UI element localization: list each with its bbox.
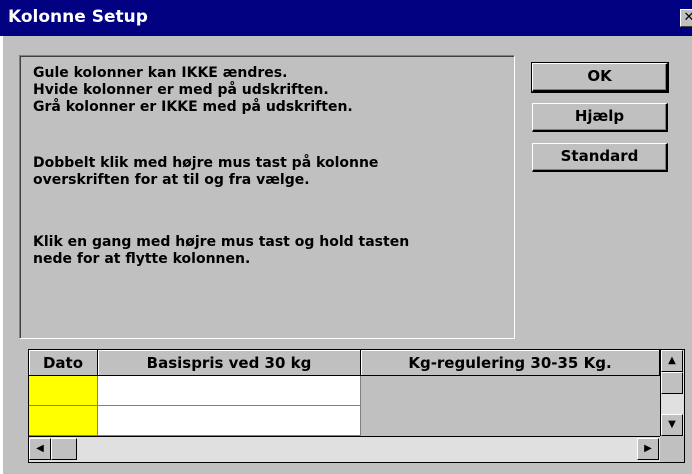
ok-button[interactable]: OK [531,62,669,93]
info-paragraph-colors: Gule kolonner kan IKKE ændres. Hvide kol… [33,65,353,115]
window-title: Kolonne Setup [8,7,148,27]
title-bar: Kolonne Setup ✕ [0,0,692,36]
grid-cell[interactable] [29,376,98,406]
standard-button[interactable]: Standard [532,143,668,172]
grid-cell[interactable] [361,406,660,436]
info-paragraph-move: Klik en gang med højre mus tast og hold … [33,234,410,267]
column-grid: Dato Basispris ved 30 kg Kg-regulering 3… [28,349,685,463]
info-paragraph-toggle: Dobbelt klik med højre mus tast på kolon… [33,155,379,188]
grid-cell[interactable] [98,406,361,436]
grid-cell[interactable] [361,376,660,406]
arrow-right-icon: ▶ [644,443,652,454]
horizontal-scroll-thumb[interactable] [51,438,77,460]
scroll-up-button[interactable]: ▲ [661,350,683,372]
grid-cell[interactable] [98,376,361,406]
instructions-panel: Gule kolonner kan IKKE ændres. Hvide kol… [19,55,515,339]
column-header-kg-regulering[interactable]: Kg-regulering 30-35 Kg. [361,350,660,376]
grid-cell[interactable] [29,406,98,436]
column-header-basispris[interactable]: Basispris ved 30 kg [98,350,361,376]
arrow-up-icon: ▲ [668,355,676,366]
window-edge [0,36,3,474]
arrow-down-icon: ▼ [668,419,676,430]
scroll-right-button[interactable]: ▶ [637,438,659,460]
dialog-window: Kolonne Setup ✕ Gule kolonner kan IKKE æ… [0,0,692,474]
scroll-down-button[interactable]: ▼ [661,414,683,436]
horizontal-scrollbar[interactable]: ◀ ▶ [29,436,660,462]
column-header-dato[interactable]: Dato [29,350,98,376]
scroll-thumb[interactable] [661,372,683,394]
arrow-left-icon: ◀ [36,443,44,454]
scroll-left-button[interactable]: ◀ [29,438,51,460]
close-icon: ✕ [683,10,692,25]
help-button[interactable]: Hjælp [532,103,668,132]
vertical-scrollbar[interactable]: ▲ ▼ [660,350,684,436]
close-button[interactable]: ✕ [680,9,692,27]
